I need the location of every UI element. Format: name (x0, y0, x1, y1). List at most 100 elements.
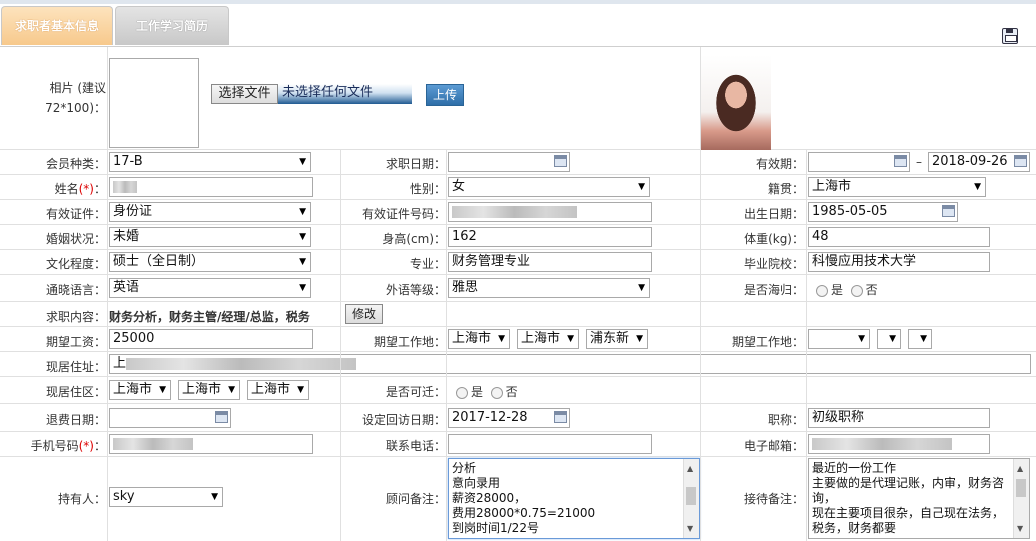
weight-input[interactable]: 48 (808, 227, 990, 247)
calendar-icon (894, 155, 907, 167)
salary-input[interactable]: 25000 (109, 329, 313, 349)
birth-label: 出生日期： (743, 207, 804, 221)
school-input[interactable]: 科慢应用技术大学 (808, 252, 990, 272)
major-label: 专业： (409, 257, 446, 271)
column-divider (107, 47, 108, 541)
edu-label: 文化程度： (45, 257, 106, 271)
work-place-district[interactable]: 浦东新 ▼ (586, 329, 648, 349)
address-label: 现居住址： (45, 360, 106, 374)
work-place2-province[interactable]: ▼ (808, 329, 870, 349)
lang-level-select[interactable]: 雅思 ▼ (448, 278, 650, 298)
valid-end-input[interactable]: 2018-09-26 (928, 152, 1030, 172)
column-divider (700, 47, 701, 541)
phone-label: 联系电话： (385, 439, 446, 453)
calendar-icon (215, 411, 228, 423)
height-label: 身高(cm)： (382, 232, 446, 246)
radio-no (850, 284, 863, 297)
valid-start-input[interactable] (808, 152, 910, 172)
work-place-province[interactable]: 上海市 ▼ (448, 329, 510, 349)
email-input[interactable] (808, 434, 990, 454)
work-place2-district[interactable]: ▼ (908, 329, 932, 349)
native-label: 籍贯： (767, 182, 804, 196)
overseas-label: 是否海归： (743, 283, 804, 297)
upload-button[interactable]: 上传 (426, 84, 464, 106)
file-name-display: 未选择任何文件 (278, 84, 412, 104)
relocate-radio-group[interactable]: 是 否 (456, 383, 518, 400)
revisit-date-input[interactable]: 2017-12-28 (448, 408, 570, 428)
calendar-icon (1014, 155, 1027, 167)
reception-note-label: 接待备注： (743, 492, 804, 506)
school-label: 毕业院校： (743, 257, 804, 271)
relocate-label: 是否可迁： (385, 385, 446, 399)
tab-basic-info[interactable]: 求职者基本信息 (1, 6, 113, 45)
save-icon[interactable] (1002, 28, 1018, 44)
tab-work-history[interactable]: 工作学习简历 (115, 6, 229, 45)
refund-date-input[interactable] (109, 408, 231, 428)
title-input[interactable]: 初级职称 (808, 408, 990, 428)
id-type-label: 有效证件： (45, 207, 106, 221)
work-place2-label: 期望工作地： (731, 335, 804, 349)
gender-label: 性别： (409, 182, 446, 196)
calendar-icon (554, 155, 567, 167)
overseas-radio-group[interactable]: 是 否 (816, 281, 878, 298)
applicant-photo (701, 55, 771, 150)
column-divider (806, 149, 807, 541)
radio-no (490, 386, 503, 399)
id-no-label: 有效证件号码： (361, 207, 446, 221)
gender-select[interactable]: 女 ▼ (448, 177, 650, 197)
marital-label: 婚姻状况： (45, 232, 106, 246)
mobile-input[interactable] (109, 434, 313, 454)
column-divider (340, 149, 341, 541)
member-type-select[interactable]: 17-B ▼ (109, 152, 311, 172)
height-input[interactable]: 162 (448, 227, 652, 247)
district-area[interactable]: 上海市 ▼ (247, 380, 309, 400)
holder-select[interactable]: sky ▼ (109, 487, 223, 507)
refund-label: 退费日期： (45, 413, 106, 427)
lang-label: 通晓语言： (45, 283, 106, 297)
job-date-input[interactable] (448, 152, 570, 172)
work-place2-city[interactable]: ▼ (877, 329, 901, 349)
weight-label: 体重(kg)： (744, 232, 804, 246)
scrollbar[interactable]: ▲ ▼ (1013, 459, 1029, 538)
work-place-city[interactable]: 上海市 ▼ (517, 329, 579, 349)
holder-label: 持有人： (57, 492, 106, 506)
native-select[interactable]: 上海市 ▼ (808, 177, 986, 197)
name-label: 姓名(*)： (54, 182, 106, 196)
job-date-label: 求职日期： (385, 157, 446, 171)
radio-yes (456, 386, 468, 399)
reception-note-textarea[interactable]: 最近的一份工作 主要做的是代理记账，内审，财务咨询， 现在主要项目很杂，自己现在… (808, 458, 1030, 539)
modify-button[interactable]: 修改 (345, 304, 383, 324)
lang-level-label: 外语等级： (385, 283, 446, 297)
consultant-note-label: 顾问备注： (385, 492, 446, 506)
job-content-label: 求职内容： (45, 310, 106, 324)
revisit-label: 设定回访日期： (361, 413, 446, 427)
calendar-icon (942, 205, 955, 217)
title-label: 职称： (767, 413, 804, 427)
salary-label: 期望工资： (45, 335, 106, 349)
id-no-input[interactable] (448, 202, 652, 222)
district-label: 现居住区： (45, 385, 106, 399)
consultant-note-textarea[interactable]: 分析 意向录用 薪资28000， 费用28000*0.75=21000 到岗时间… (448, 458, 700, 539)
address-input[interactable]: 上 (109, 354, 1031, 374)
scrollbar[interactable]: ▲ ▼ (683, 459, 699, 538)
mobile-label: 手机号码(*)： (30, 439, 106, 453)
valid-period-label: 有效期： (755, 157, 804, 171)
id-type-select[interactable]: 身份证 ▼ (109, 202, 311, 222)
district-city[interactable]: 上海市 ▼ (178, 380, 240, 400)
phone-input[interactable] (448, 434, 652, 454)
valid-dash: – (916, 155, 922, 169)
major-input[interactable]: 财务管理专业 (448, 252, 652, 272)
job-content-value: 财务分析，财务主管/经理/总监，税务 (109, 310, 310, 324)
radio-yes (816, 284, 828, 297)
calendar-icon (554, 411, 567, 423)
email-label: 电子邮箱： (743, 439, 804, 453)
lang-select[interactable]: 英语 ▼ (109, 278, 311, 298)
marital-select[interactable]: 未婚 ▼ (109, 227, 311, 247)
photo-label: 相片 (建议 72*100)： (45, 81, 106, 115)
photo-preview-box (109, 58, 199, 148)
choose-file-button[interactable]: 选择文件 (211, 84, 278, 104)
birth-input[interactable]: 1985-05-05 (808, 202, 958, 222)
name-input[interactable] (109, 177, 313, 197)
edu-select[interactable]: 硕士（全日制） ▼ (109, 252, 311, 272)
district-province[interactable]: 上海市 ▼ (109, 380, 171, 400)
